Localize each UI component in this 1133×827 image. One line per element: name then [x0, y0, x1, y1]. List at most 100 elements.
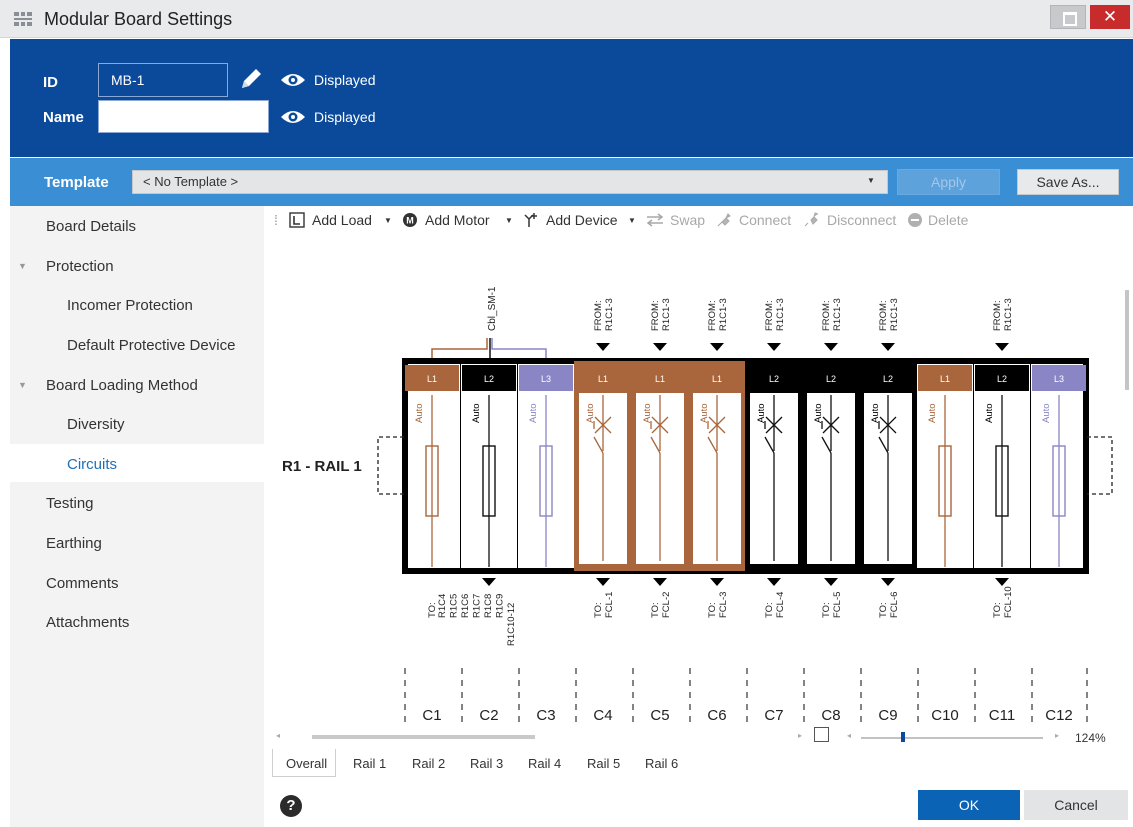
board-diagram[interactable]: Cbl_SM-1 R1 - RAIL 1 L1 Auto C1 L2 Auto C2 L3 Aut…	[272, 236, 1122, 730]
chevron-down-icon[interactable]: ▼	[384, 216, 392, 225]
help-icon[interactable]: ?	[280, 795, 302, 817]
rail-left-end	[377, 436, 404, 495]
sidebar-item-protection[interactable]: Protection	[46, 258, 114, 275]
horizontal-scrollbar[interactable]	[312, 735, 535, 739]
maximize-button[interactable]	[1050, 5, 1086, 29]
auto-label-c12: Auto	[1041, 403, 1052, 423]
sidebar-item-diversity[interactable]: Diversity	[67, 416, 125, 433]
collapse-arrow-icon[interactable]: ▼	[18, 261, 27, 271]
auto-label-c7: Auto	[756, 403, 767, 423]
from-label-c4: FROM:	[593, 300, 604, 331]
swap-button[interactable]: Swap	[670, 212, 705, 228]
zoom-out-icon[interactable]: ◂	[847, 731, 851, 740]
sidebar-item-board-loading-method[interactable]: Board Loading Method	[46, 377, 198, 394]
sidebar-item-circuits[interactable]: Circuits	[67, 456, 117, 473]
id-field[interactable]: MB-1	[98, 63, 228, 97]
ok-button[interactable]: OK	[918, 790, 1020, 820]
from-ref-c4: R1C1-3	[604, 298, 615, 331]
sidebar-item-attachments[interactable]: Attachments	[46, 614, 129, 631]
connect-icon[interactable]	[716, 212, 732, 228]
apply-button[interactable]: Apply	[897, 169, 1000, 195]
phase-label-c8: L2	[826, 374, 836, 384]
to-ref-c6: FCL-3	[718, 592, 729, 618]
phase-label-c6: L1	[712, 374, 722, 384]
eye-icon[interactable]	[280, 109, 306, 125]
delete-icon[interactable]	[907, 212, 923, 228]
cancel-button[interactable]: Cancel	[1024, 790, 1128, 820]
sidebar-item-default-protective-device[interactable]: Default Protective Device	[67, 337, 235, 354]
incoming-cable-label: Cbl_SM-1	[487, 286, 498, 331]
auto-label-c11: Auto	[984, 403, 995, 423]
pencil-icon[interactable]	[238, 66, 264, 92]
tab-overall[interactable]: Overall	[286, 756, 327, 771]
swap-icon[interactable]	[645, 212, 665, 228]
sidebar-item-testing[interactable]: Testing	[46, 495, 94, 512]
sidebar-selection-highlight	[10, 444, 264, 482]
phase-label-c2: L2	[484, 374, 494, 384]
rail-label: R1 - RAIL 1	[282, 458, 362, 475]
tab-rail-6[interactable]: Rail 6	[645, 756, 678, 771]
scroll-left-icon[interactable]: ◂	[276, 731, 280, 740]
circuit-label-c3: C3	[536, 707, 555, 724]
add-device-button[interactable]: Add Device	[546, 212, 618, 228]
zoom-slider-thumb[interactable]	[900, 732, 905, 742]
outgoing-arrow-icon	[482, 578, 496, 586]
to-ref-c11: FCL-10	[1003, 586, 1014, 618]
sidebar: Board Details ▼ Protection Incomer Prote…	[10, 206, 264, 827]
chevron-down-icon[interactable]: ▼	[628, 216, 636, 225]
template-bar: Template < No Template > ▼ Apply Save As…	[10, 158, 1133, 206]
template-select[interactable]: < No Template >	[132, 170, 888, 194]
group-to-ref: R1C9	[495, 594, 506, 618]
sidebar-item-incomer-protection[interactable]: Incomer Protection	[67, 297, 193, 314]
close-button[interactable]: ✕	[1090, 5, 1130, 29]
incoming-arrow-icon	[596, 343, 610, 351]
board-header: ID MB-1 Displayed Name Displayed	[10, 39, 1133, 157]
outgoing-arrow-icon	[653, 578, 667, 586]
tab-rail-4[interactable]: Rail 4	[528, 756, 561, 771]
tab-rail-2[interactable]: Rail 2	[412, 756, 445, 771]
zoom-fit-icon[interactable]	[814, 727, 829, 742]
eye-icon[interactable]	[280, 72, 306, 88]
auto-label-c6: Auto	[699, 403, 710, 423]
auto-label-c1: Auto	[414, 403, 425, 423]
add-load-button[interactable]: Add Load	[312, 212, 372, 228]
name-field[interactable]	[98, 100, 269, 133]
toolbar-grip: ⁞	[274, 212, 278, 228]
template-label: Template	[44, 174, 109, 191]
diagram-toolbar: ⁞ Add Load ▼ M Add Motor ▼ Add Device ▼ …	[272, 206, 1133, 234]
vertical-scroll-thumb[interactable]	[1125, 290, 1129, 390]
group-to-ref: R1C6	[460, 594, 471, 618]
from-label-c5: FROM:	[650, 300, 661, 331]
connect-button[interactable]: Connect	[739, 212, 791, 228]
tab-rail-5[interactable]: Rail 5	[587, 756, 620, 771]
circuit-label-c11: C11	[989, 707, 1015, 724]
add-device-icon[interactable]	[523, 212, 539, 228]
add-motor-button[interactable]: Add Motor	[425, 212, 490, 228]
to-label-c5: TO:	[650, 602, 661, 618]
zoom-in-icon[interactable]: ▸	[1055, 731, 1059, 740]
sidebar-item-earthing[interactable]: Earthing	[46, 535, 102, 552]
tab-rail-1[interactable]: Rail 1	[353, 756, 386, 771]
title-bar: Modular Board Settings ✕	[0, 0, 1133, 38]
circuit-label-c10: C10	[931, 707, 959, 724]
delete-button[interactable]: Delete	[928, 212, 968, 228]
tab-rail-3[interactable]: Rail 3	[470, 756, 503, 771]
save-as-button[interactable]: Save As...	[1017, 169, 1119, 195]
scroll-right-icon[interactable]: ▸	[798, 731, 802, 740]
name-display-status: Displayed	[314, 109, 376, 125]
add-load-icon[interactable]	[289, 212, 305, 228]
auto-label-c8: Auto	[813, 403, 824, 423]
chevron-down-icon[interactable]: ▼	[505, 216, 513, 225]
chevron-down-icon[interactable]: ▼	[867, 176, 875, 185]
circuit-label-c6: C6	[707, 707, 726, 724]
sidebar-item-board-details[interactable]: Board Details	[46, 218, 136, 235]
outgoing-arrow-icon	[596, 578, 610, 586]
sidebar-item-comments[interactable]: Comments	[46, 575, 119, 592]
disconnect-icon[interactable]	[803, 212, 819, 228]
zoom-slider[interactable]	[861, 737, 1043, 739]
auto-label-c10: Auto	[927, 403, 938, 423]
add-motor-icon[interactable]: M	[402, 212, 418, 228]
disconnect-button[interactable]: Disconnect	[827, 212, 896, 228]
collapse-arrow-icon[interactable]: ▼	[18, 380, 27, 390]
from-label-c11: FROM:	[992, 300, 1003, 331]
